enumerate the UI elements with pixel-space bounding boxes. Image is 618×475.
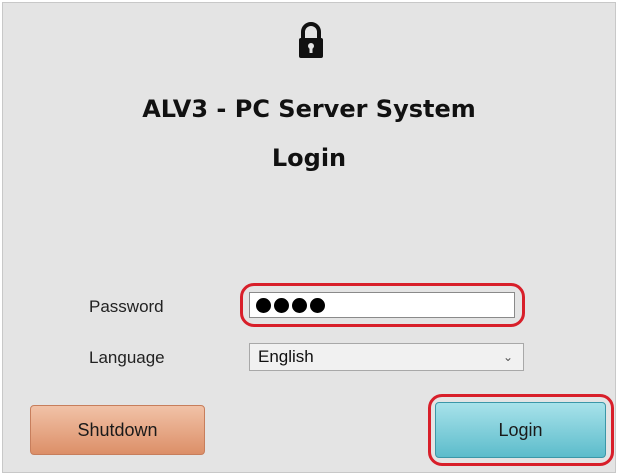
lock-icon — [299, 22, 323, 58]
page-title: ALV3 - PC Server System — [142, 95, 476, 123]
password-highlight — [240, 283, 525, 327]
login-window: ALV3 - PC Server System Login Password L… — [2, 2, 616, 473]
password-label: Password — [89, 297, 164, 316]
shutdown-button-label: Shutdown — [77, 419, 158, 440]
shutdown-button[interactable]: Shutdown — [30, 405, 205, 455]
chevron-down-icon: ⌄ — [502, 350, 514, 364]
language-selected-value: English — [258, 347, 314, 366]
language-select[interactable]: English ⌄ — [249, 343, 524, 371]
language-label: Language — [89, 348, 165, 367]
page-subtitle: Login — [271, 144, 347, 172]
login-highlight — [428, 394, 614, 466]
